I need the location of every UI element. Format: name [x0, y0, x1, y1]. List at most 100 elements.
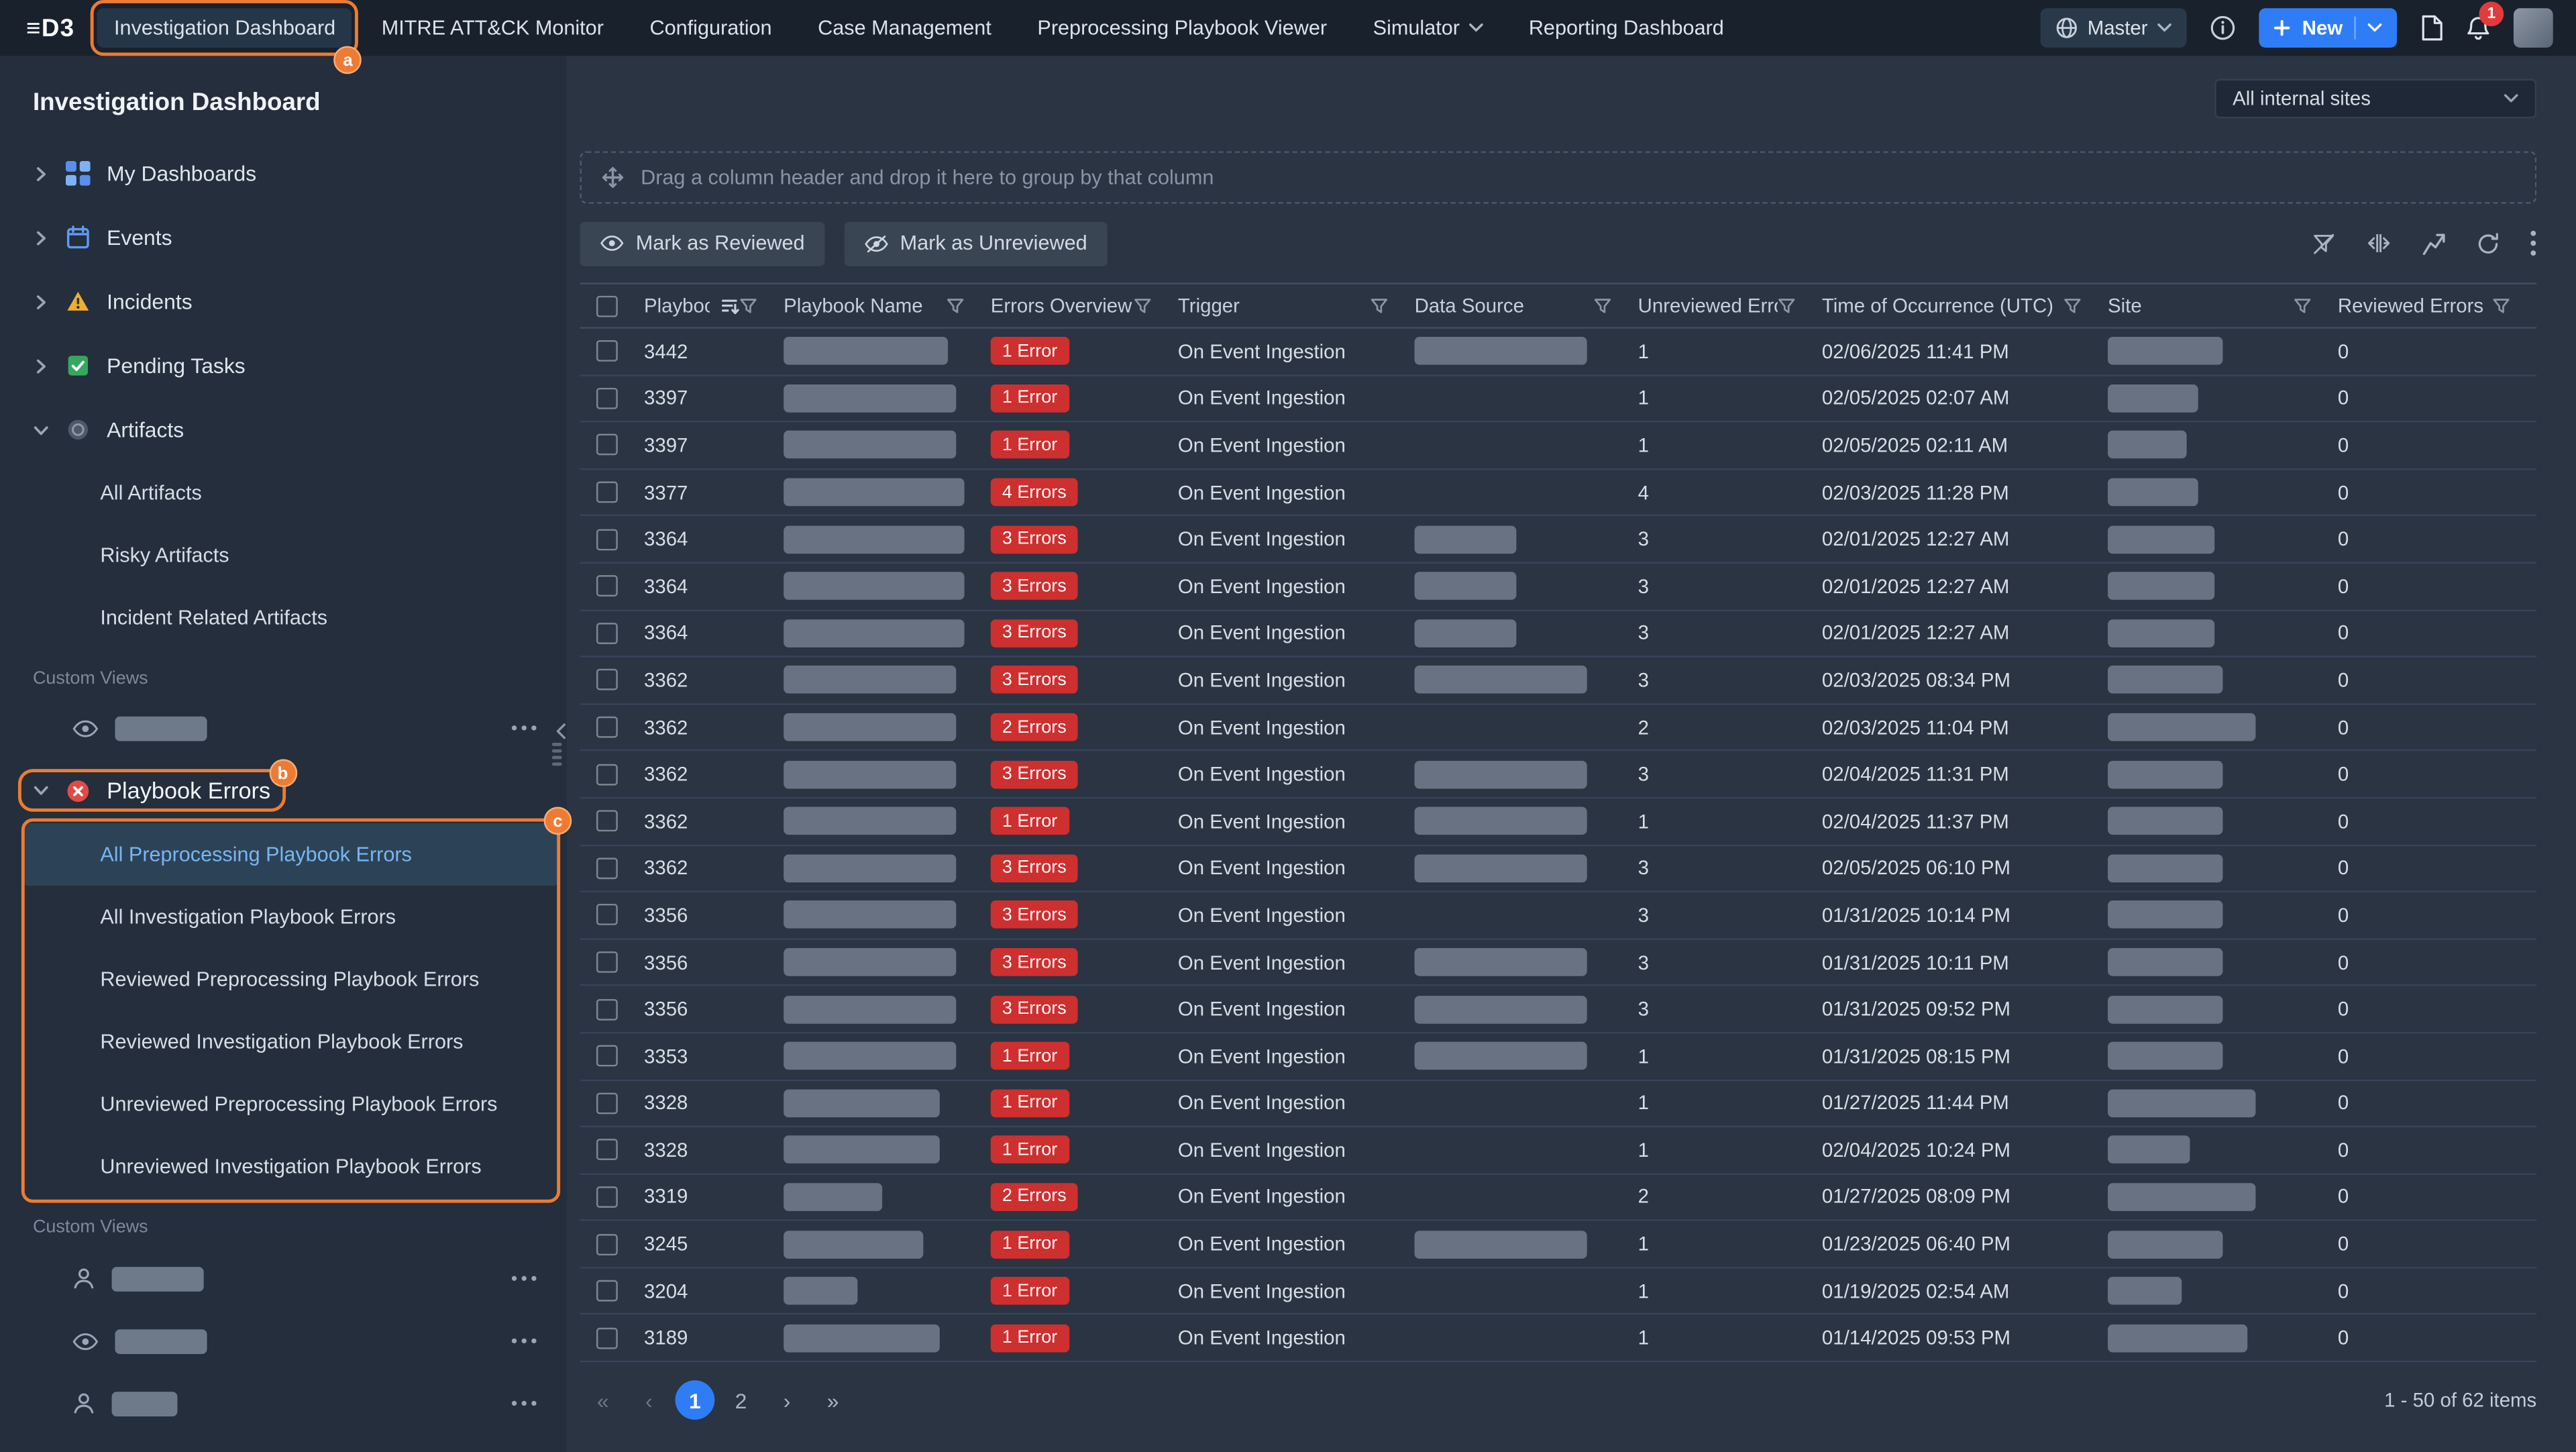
more-options-icon[interactable] — [511, 725, 537, 731]
table-row[interactable]: 33643 ErrorsOn Event Ingestion302/01/202… — [580, 611, 2536, 658]
sidebar-item-reviewed-investigation-playbook-errors[interactable]: Reviewed Investigation Playbook Errors — [23, 1010, 558, 1073]
column-header-errors-overview[interactable]: Errors Overview — [991, 284, 1178, 327]
row-checkbox[interactable] — [596, 388, 618, 409]
sidebar-item-unreviewed-preprocessing-playbook-errors[interactable]: Unreviewed Preprocessing Playbook Errors — [23, 1073, 558, 1135]
master-site-dropdown[interactable]: Master — [2040, 8, 2188, 48]
column-header-site[interactable]: Site — [2108, 284, 2338, 327]
row-checkbox[interactable] — [596, 764, 618, 785]
column-header-reviewed-errors[interactable]: Reviewed Errors — [2338, 284, 2536, 327]
table-row[interactable]: 33281 ErrorOn Event Ingestion101/27/2025… — [580, 1080, 2536, 1127]
page-button-1[interactable]: 1 — [676, 1380, 715, 1420]
nav-item-case-management[interactable]: Case Management — [802, 8, 1008, 48]
new-button[interactable]: New — [2259, 8, 2397, 48]
sort-icon[interactable] — [720, 296, 739, 315]
mark-as-unreviewed-button[interactable]: Mark as Unreviewed — [844, 221, 1107, 265]
sidebar-item-artifacts[interactable]: Artifacts — [0, 398, 567, 462]
column-header-unreviewed-errors[interactable]: Unreviewed Errors — [1638, 284, 1822, 327]
row-checkbox[interactable] — [596, 1045, 618, 1067]
table-row[interactable]: 31891 ErrorOn Event Ingestion101/14/2025… — [580, 1315, 2536, 1362]
sidebar-item-my-dashboards[interactable]: My Dashboards — [0, 142, 567, 206]
sidebar-item-risky-artifacts[interactable]: Risky Artifacts — [0, 524, 567, 586]
custom-view-item[interactable] — [0, 698, 567, 758]
nav-item-reporting-dashboard[interactable]: Reporting Dashboard — [1512, 8, 1740, 48]
table-row[interactable]: 32451 ErrorOn Event Ingestion101/23/2025… — [580, 1221, 2536, 1268]
nav-item-configuration[interactable]: Configuration — [633, 8, 788, 48]
first-page-button[interactable]: « — [583, 1380, 623, 1420]
row-checkbox[interactable] — [596, 1139, 618, 1161]
table-row[interactable]: 33643 ErrorsOn Event Ingestion302/01/202… — [580, 517, 2536, 564]
filter-funnel-icon[interactable] — [739, 297, 757, 315]
sidebar-item-all-investigation-playbook-errors[interactable]: All Investigation Playbook Errors — [23, 886, 558, 948]
custom-view-item[interactable] — [0, 1247, 567, 1310]
column-resize-icon[interactable] — [2366, 231, 2392, 254]
table-row[interactable]: 33623 ErrorsOn Event Ingestion302/05/202… — [580, 845, 2536, 892]
sidebar-item-incident-related-artifacts[interactable]: Incident Related Artifacts — [0, 586, 567, 649]
row-checkbox[interactable] — [596, 1280, 618, 1302]
row-checkbox[interactable] — [596, 341, 618, 362]
kebab-menu-icon[interactable] — [2530, 230, 2536, 256]
row-checkbox[interactable] — [596, 482, 618, 503]
table-row[interactable]: 33643 ErrorsOn Event Ingestion302/01/202… — [580, 564, 2536, 611]
table-row[interactable]: 33621 ErrorOn Event Ingestion102/04/2025… — [580, 798, 2536, 845]
table-row[interactable]: 33281 ErrorOn Event Ingestion102/04/2025… — [580, 1127, 2536, 1174]
nav-item-simulator[interactable]: Simulator — [1356, 8, 1499, 48]
table-row[interactable]: 33531 ErrorOn Event Ingestion101/31/2025… — [580, 1033, 2536, 1080]
custom-view-item[interactable] — [0, 1310, 567, 1372]
row-checkbox[interactable] — [596, 951, 618, 973]
nav-item-investigation-dashboard[interactable]: Investigation Dashboard a — [98, 8, 352, 48]
filter-funnel-icon[interactable] — [1370, 297, 1388, 315]
row-checkbox[interactable] — [596, 858, 618, 879]
filter-funnel-icon[interactable] — [1134, 297, 1152, 315]
filter-funnel-icon[interactable] — [1778, 297, 1796, 315]
sidebar-resize-handle[interactable] — [547, 743, 567, 766]
custom-view-item[interactable] — [0, 1372, 567, 1435]
table-row[interactable]: 33623 ErrorsOn Event Ingestion302/04/202… — [580, 751, 2536, 798]
sidebar-item-pending-tasks[interactable]: Pending Tasks — [0, 333, 567, 398]
table-row[interactable]: 33622 ErrorsOn Event Ingestion202/03/202… — [580, 705, 2536, 751]
row-checkbox[interactable] — [596, 529, 618, 550]
table-row[interactable]: 33971 ErrorOn Event Ingestion102/05/2025… — [580, 376, 2536, 423]
column-header-time-of-occurrence-utc[interactable]: Time of Occurrence (UTC) — [1822, 284, 2108, 327]
table-row[interactable]: 33774 ErrorsOn Event Ingestion402/03/202… — [580, 470, 2536, 517]
filter-funnel-icon[interactable] — [2294, 297, 2312, 315]
row-checkbox[interactable] — [596, 811, 618, 832]
column-header-trigger[interactable]: Trigger — [1178, 284, 1415, 327]
user-avatar[interactable] — [2514, 8, 2553, 48]
row-checkbox[interactable] — [596, 623, 618, 644]
nav-item-mitre-attack-monitor[interactable]: MITRE ATT&CK Monitor — [365, 8, 620, 48]
sidebar-item-reviewed-preprocessing-playbook-errors[interactable]: Reviewed Preprocessing Playbook Errors — [23, 948, 558, 1010]
row-checkbox[interactable] — [596, 1233, 618, 1255]
clear-filters-icon[interactable] — [2312, 231, 2337, 256]
row-checkbox[interactable] — [596, 435, 618, 456]
row-checkbox[interactable] — [596, 904, 618, 926]
sidebar-item-all-artifacts[interactable]: All Artifacts — [0, 462, 567, 524]
column-header-playbook-id[interactable]: Playbook ID — [644, 284, 784, 327]
table-row[interactable]: 32041 ErrorOn Event Ingestion101/19/2025… — [580, 1268, 2536, 1315]
site-filter-dropdown[interactable]: All internal sites — [2214, 79, 2536, 119]
row-checkbox[interactable] — [596, 670, 618, 691]
row-checkbox[interactable] — [596, 1327, 618, 1349]
sidebar-item-incidents[interactable]: Incidents — [0, 270, 567, 334]
filter-funnel-icon[interactable] — [1594, 297, 1612, 315]
chart-view-icon[interactable] — [2422, 231, 2447, 256]
filter-funnel-icon[interactable] — [2492, 297, 2510, 315]
table-row[interactable]: 33563 ErrorsOn Event Ingestion301/31/202… — [580, 986, 2536, 1033]
row-checkbox[interactable] — [596, 1092, 618, 1114]
more-options-icon[interactable] — [511, 1400, 537, 1407]
info-icon[interactable] — [2210, 15, 2237, 41]
row-checkbox[interactable] — [596, 717, 618, 738]
table-row[interactable]: 33563 ErrorsOn Event Ingestion301/31/202… — [580, 939, 2536, 986]
sidebar-item-playbook-errors[interactable]: Playbook Errors b — [0, 758, 567, 823]
filter-funnel-icon[interactable] — [947, 297, 965, 315]
select-all-checkbox[interactable] — [596, 295, 618, 317]
column-header-playbook-name[interactable]: Playbook Name — [784, 284, 991, 327]
row-checkbox[interactable] — [596, 576, 618, 597]
row-checkbox[interactable] — [596, 998, 618, 1020]
more-options-icon[interactable] — [511, 1275, 537, 1282]
group-by-dropzone[interactable]: Drag a column header and drop it here to… — [580, 151, 2536, 203]
table-row[interactable]: 33971 ErrorOn Event Ingestion102/05/2025… — [580, 423, 2536, 470]
table-row[interactable]: 33192 ErrorsOn Event Ingestion201/27/202… — [580, 1174, 2536, 1221]
prev-page-button[interactable]: ‹ — [629, 1380, 669, 1420]
sidebar-item-all-preprocessing-playbook-errors[interactable]: All Preprocessing Playbook Errors — [23, 823, 558, 886]
next-page-button[interactable]: › — [767, 1380, 807, 1420]
